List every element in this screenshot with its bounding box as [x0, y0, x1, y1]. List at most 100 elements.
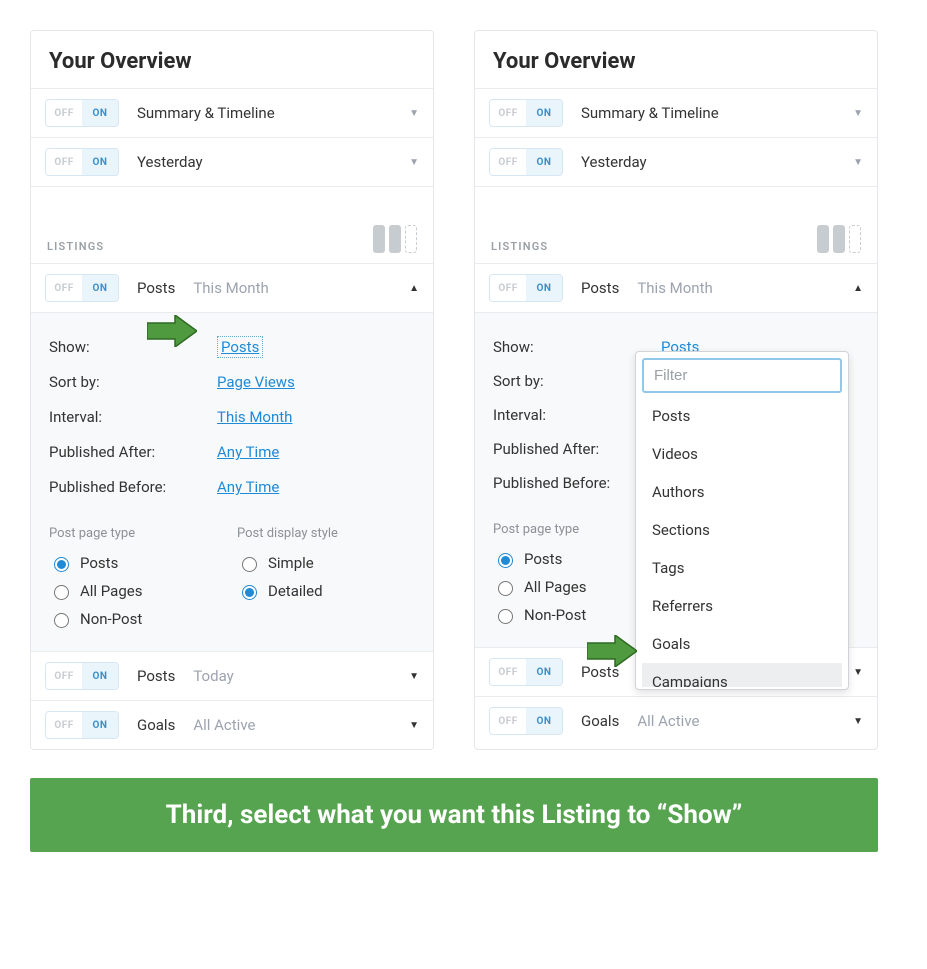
- published-before-link[interactable]: Any Time: [217, 478, 279, 496]
- toggle-on[interactable]: ON: [82, 275, 118, 301]
- toggle-off[interactable]: OFF: [490, 708, 526, 734]
- dropdown-item-posts[interactable]: Posts: [642, 397, 842, 435]
- show-dropdown[interactable]: Posts Videos Authors Sections Tags Refer…: [635, 351, 849, 690]
- listings-label: LISTINGS: [491, 240, 548, 253]
- listing-options-expanded: Show: Posts Sort by: Page Views Interval…: [31, 312, 433, 651]
- radio-input[interactable]: [498, 553, 513, 568]
- chevron-down-icon[interactable]: ▼: [409, 157, 419, 168]
- toggle-switch[interactable]: OFF ON: [489, 148, 563, 176]
- chevron-down-icon[interactable]: ▼: [409, 671, 419, 682]
- radio-posts[interactable]: Posts: [49, 549, 227, 577]
- listing-row-posts[interactable]: OFF ON Posts This Month ▲: [31, 263, 433, 312]
- radio-input[interactable]: [54, 613, 69, 628]
- layout-add-column-icon[interactable]: [405, 225, 417, 253]
- toggle-off[interactable]: OFF: [46, 712, 82, 738]
- toggle-on[interactable]: ON: [82, 663, 118, 689]
- toggle-on[interactable]: ON: [82, 100, 118, 126]
- toggle-on[interactable]: ON: [82, 712, 118, 738]
- chevron-up-icon[interactable]: ▲: [409, 283, 419, 294]
- layout-column-icon[interactable]: [833, 225, 845, 253]
- radio-input[interactable]: [242, 585, 257, 600]
- option-label: Published Before:: [49, 478, 217, 496]
- row-label: Posts: [581, 279, 619, 297]
- radio-input[interactable]: [242, 557, 257, 572]
- row-sub: All Active: [193, 716, 255, 734]
- toggle-switch[interactable]: OFF ON: [489, 274, 563, 302]
- dropdown-item-sections[interactable]: Sections: [642, 511, 842, 549]
- chevron-down-icon[interactable]: ▼: [409, 720, 419, 731]
- radio-label: Posts: [80, 554, 118, 572]
- radio-simple[interactable]: Simple: [237, 549, 415, 577]
- toggle-off[interactable]: OFF: [490, 275, 526, 301]
- layout-add-column-icon[interactable]: [849, 225, 861, 253]
- dropdown-item-campaigns[interactable]: Campaigns: [642, 663, 842, 687]
- toggle-on[interactable]: ON: [526, 275, 562, 301]
- radio-allpages[interactable]: All Pages: [49, 577, 227, 605]
- toggle-off[interactable]: OFF: [490, 149, 526, 175]
- toggle-off[interactable]: OFF: [46, 663, 82, 689]
- summary-row[interactable]: OFF ON Summary & Timeline ▼: [475, 88, 877, 137]
- dropdown-item-videos[interactable]: Videos: [642, 435, 842, 473]
- option-before: Published Before: Any Time: [49, 469, 415, 504]
- listing-row-posts-today[interactable]: OFF ON Posts Today ▼: [31, 651, 433, 700]
- yesterday-row[interactable]: OFF ON Yesterday ▼: [31, 137, 433, 186]
- radio-label: Non-Post: [524, 606, 586, 624]
- layout-column-icon[interactable]: [817, 225, 829, 253]
- overview-panel-left: Your Overview OFF ON Summary & Timeline …: [30, 30, 434, 750]
- yesterday-row[interactable]: OFF ON Yesterday ▼: [475, 137, 877, 186]
- layout-icons[interactable]: [817, 225, 861, 253]
- layout-icons[interactable]: [373, 225, 417, 253]
- filter-input[interactable]: [642, 358, 842, 393]
- instruction-arrow-icon: [587, 635, 637, 667]
- dropdown-item-goals[interactable]: Goals: [642, 625, 842, 663]
- listing-row-goals[interactable]: OFF ON Goals All Active ▼: [31, 700, 433, 749]
- radio-input[interactable]: [498, 581, 513, 596]
- toggle-off[interactable]: OFF: [490, 100, 526, 126]
- toggle-off[interactable]: OFF: [490, 659, 526, 685]
- radio-input[interactable]: [54, 557, 69, 572]
- sortby-link[interactable]: Page Views: [217, 373, 295, 391]
- toggle-off[interactable]: OFF: [46, 149, 82, 175]
- toggle-off[interactable]: OFF: [46, 100, 82, 126]
- chevron-down-icon[interactable]: ▼: [853, 157, 863, 168]
- toggle-switch[interactable]: OFF ON: [489, 707, 563, 735]
- summary-row[interactable]: OFF ON Summary & Timeline ▼: [31, 88, 433, 137]
- listing-row-posts[interactable]: OFF ON Posts This Month ▲: [475, 263, 877, 312]
- toggle-switch[interactable]: OFF ON: [45, 711, 119, 739]
- toggle-switch[interactable]: OFF ON: [45, 99, 119, 127]
- toggle-switch[interactable]: OFF ON: [45, 274, 119, 302]
- chevron-down-icon[interactable]: ▼: [853, 108, 863, 119]
- toggle-switch[interactable]: OFF ON: [45, 662, 119, 690]
- chevron-up-icon[interactable]: ▲: [853, 283, 863, 294]
- radio-nonpost[interactable]: Non-Post: [49, 605, 227, 633]
- interval-link[interactable]: This Month: [217, 408, 292, 426]
- chevron-down-icon[interactable]: ▼: [409, 108, 419, 119]
- listing-row-goals[interactable]: OFF ON Goals All Active ▼: [475, 696, 877, 745]
- radio-detailed[interactable]: Detailed: [237, 577, 415, 605]
- toggle-on[interactable]: ON: [526, 659, 562, 685]
- row-label: Goals: [581, 712, 619, 730]
- show-link[interactable]: Posts: [217, 336, 263, 358]
- layout-column-icon[interactable]: [373, 225, 385, 253]
- dropdown-list[interactable]: Posts Videos Authors Sections Tags Refer…: [642, 397, 842, 687]
- toggle-switch[interactable]: OFF ON: [489, 658, 563, 686]
- toggle-switch[interactable]: OFF ON: [489, 99, 563, 127]
- panel-title: Your Overview: [475, 31, 877, 88]
- dropdown-item-authors[interactable]: Authors: [642, 473, 842, 511]
- chevron-down-icon[interactable]: ▼: [853, 716, 863, 727]
- toggle-on[interactable]: ON: [526, 708, 562, 734]
- layout-column-icon[interactable]: [389, 225, 401, 253]
- dropdown-item-referrers[interactable]: Referrers: [642, 587, 842, 625]
- toggle-off[interactable]: OFF: [46, 275, 82, 301]
- toggle-on[interactable]: ON: [82, 149, 118, 175]
- radio-label: Detailed: [268, 582, 323, 600]
- toggle-switch[interactable]: OFF ON: [45, 148, 119, 176]
- radio-input[interactable]: [498, 609, 513, 624]
- toggle-on[interactable]: ON: [526, 100, 562, 126]
- toggle-on[interactable]: ON: [526, 149, 562, 175]
- chevron-down-icon[interactable]: ▼: [853, 667, 863, 678]
- published-after-link[interactable]: Any Time: [217, 443, 279, 461]
- row-label: Yesterday: [581, 153, 647, 171]
- dropdown-item-tags[interactable]: Tags: [642, 549, 842, 587]
- radio-input[interactable]: [54, 585, 69, 600]
